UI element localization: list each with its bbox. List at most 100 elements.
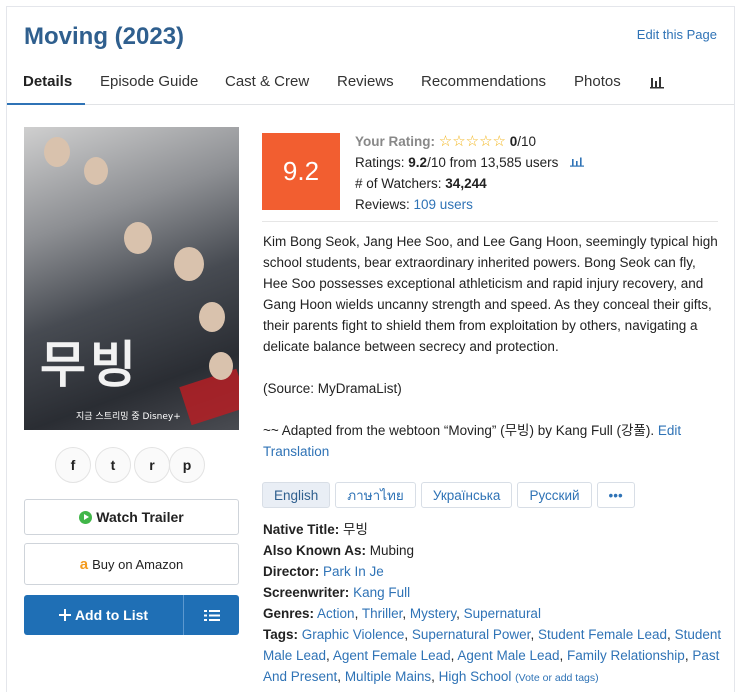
- synopsis-adaptation: ~~ Adapted from the webtoon “Moving” (무빙…: [263, 420, 723, 462]
- genres-label: Genres:: [263, 606, 315, 621]
- add-to-list-group: Add to List: [24, 595, 239, 635]
- native-title-row: Native Title: 무빙: [263, 519, 725, 540]
- ratings-suffix: /10 from 13,585 users: [427, 155, 559, 170]
- tab-episode-guide[interactable]: Episode Guide: [100, 73, 198, 90]
- director-label: Director:: [263, 564, 320, 579]
- reddit-icon: r: [149, 457, 155, 473]
- synopsis: Kim Bong Seok, Jang Hee Soo, and Lee Gan…: [263, 231, 723, 483]
- edit-page-link[interactable]: Edit this Page: [637, 27, 717, 42]
- screenwriter-link[interactable]: Kang Full: [353, 585, 410, 600]
- play-icon: [79, 510, 93, 524]
- ratings-label: Ratings:: [355, 155, 405, 170]
- tab-reviews[interactable]: Reviews: [337, 73, 394, 90]
- aka-value: Mubing: [369, 543, 415, 558]
- tag-link[interactable]: Supernatural Power: [412, 627, 531, 642]
- facebook-icon: f: [70, 457, 76, 473]
- add-to-list-button[interactable]: Add to List: [24, 595, 184, 635]
- tag-link[interactable]: Agent Female Lead: [333, 648, 451, 663]
- tab-cast-crew[interactable]: Cast & Crew: [225, 73, 309, 90]
- reviews-row: Reviews: 109 users: [355, 194, 584, 215]
- tags-row: Tags: Graphic Violence, Supernatural Pow…: [263, 627, 722, 684]
- ratings-row: Ratings: 9.2/10 from 13,585 users: [355, 152, 585, 173]
- aka-row: Also Known As: Mubing: [263, 540, 725, 561]
- reviews-link[interactable]: 109 users: [414, 197, 473, 212]
- tag-link[interactable]: Student Female Lead: [538, 627, 667, 642]
- genre-link[interactable]: Action: [317, 606, 355, 621]
- tab-details[interactable]: Details: [23, 73, 72, 90]
- genre-link[interactable]: Supernatural: [464, 606, 541, 621]
- aka-label: Also Known As:: [263, 543, 366, 558]
- twitter-icon: t: [110, 457, 116, 473]
- genre-link[interactable]: Mystery: [410, 606, 456, 621]
- poster-figure: [174, 247, 204, 281]
- tag-link[interactable]: Agent Male Lead: [457, 648, 559, 663]
- bar-chart-icon[interactable]: [649, 73, 665, 89]
- plus-icon: [58, 609, 71, 621]
- genres-row: Genres: Action, Thriller, Mystery, Super…: [263, 606, 541, 621]
- drama-details-card: Moving (2023) Edit this Page Details Epi…: [6, 6, 735, 692]
- poster-figure: [199, 302, 225, 332]
- language-selector: English ภาษาไทย Українська Русский •••: [262, 482, 635, 508]
- lang-russian[interactable]: Русский: [517, 482, 592, 508]
- poster-figure: [124, 222, 152, 254]
- tab-recommendations[interactable]: Recommendations: [421, 73, 546, 90]
- screenwriter-label: Screenwriter:: [263, 585, 350, 600]
- tag-link[interactable]: High School: [439, 669, 512, 684]
- adaptation-text: ~~ Adapted from the webtoon “Moving” (무빙…: [263, 423, 655, 438]
- tags-label: Tags:: [263, 627, 299, 642]
- tag-link[interactable]: Family Relationship: [567, 648, 685, 663]
- active-tab-indicator: [7, 103, 85, 105]
- your-rating-label: Your Rating:: [355, 134, 435, 149]
- twitter-share-button[interactable]: t: [95, 447, 131, 483]
- your-rating-max: /10: [517, 134, 537, 149]
- lang-english[interactable]: English: [262, 482, 331, 508]
- pinterest-share-button[interactable]: p: [169, 447, 205, 483]
- poster-figure: [209, 352, 233, 380]
- reddit-share-button[interactable]: r: [134, 447, 170, 483]
- more-languages-button[interactable]: •••: [596, 482, 635, 508]
- synopsis-source: (Source: MyDramaList): [263, 381, 402, 396]
- poster-figure: [84, 157, 108, 185]
- poster-streak: [179, 368, 239, 426]
- rating-stars-input[interactable]: ☆☆☆☆☆: [439, 133, 506, 150]
- tag-link[interactable]: Multiple Mains: [345, 669, 431, 684]
- director-link[interactable]: Park In Je: [323, 564, 384, 579]
- pinterest-icon: p: [182, 457, 192, 473]
- reviews-label: Reviews:: [355, 197, 410, 212]
- lang-thai[interactable]: ภาษาไทย: [335, 482, 416, 508]
- watch-trailer-label: Watch Trailer: [96, 509, 184, 525]
- facebook-share-button[interactable]: f: [55, 447, 91, 483]
- rating-summary: Your Rating: ☆☆☆☆☆ 0/10 Ratings: 9.2/10 …: [355, 131, 585, 215]
- details-list: Native Title: 무빙 Also Known As: Mubing D…: [263, 519, 725, 689]
- vote-tags-link[interactable]: (Vote or add tags): [515, 672, 598, 684]
- page-title: Moving (2023): [24, 23, 185, 50]
- rating-stats-icon[interactable]: [570, 155, 585, 167]
- tab-photos[interactable]: Photos: [574, 73, 621, 90]
- watchers-row: # of Watchers: 34,244: [355, 173, 584, 194]
- poster-caption: 지금 스트리밍 중 Disney+: [76, 412, 181, 422]
- tab-bar: Details Episode Guide Cast & Crew Review…: [7, 63, 734, 105]
- screenwriter-row: Screenwriter: Kang Full: [263, 582, 725, 603]
- watchers-value: 34,244: [445, 176, 487, 191]
- director-row: Director: Park In Je: [263, 561, 725, 582]
- watchers-label: # of Watchers:: [355, 176, 442, 191]
- poster-title: 무빙: [40, 336, 140, 394]
- score-badge: 9.2: [262, 133, 340, 210]
- poster-image: 무빙 지금 스트리밍 중 Disney+: [24, 127, 239, 430]
- poster-figure: [44, 137, 70, 167]
- native-title-label: Native Title:: [263, 522, 340, 537]
- native-title-value: 무빙: [343, 522, 368, 537]
- genre-link[interactable]: Thriller: [362, 606, 403, 621]
- tag-link[interactable]: Graphic Violence: [302, 627, 405, 642]
- amazon-icon: a: [79, 555, 89, 573]
- lang-ukrainian[interactable]: Українська: [420, 482, 513, 508]
- buy-on-amazon-button[interactable]: a Buy on Amazon: [24, 543, 239, 585]
- list-icon: [203, 609, 220, 621]
- synopsis-text: Kim Bong Seok, Jang Hee Soo, and Lee Gan…: [263, 234, 718, 354]
- add-to-list-label: Add to List: [74, 607, 149, 623]
- ratings-value: 9.2: [408, 155, 428, 170]
- watch-trailer-button[interactable]: Watch Trailer: [24, 499, 239, 535]
- divider: [262, 221, 718, 222]
- list-options-button[interactable]: [184, 595, 239, 635]
- your-rating-row: Your Rating: ☆☆☆☆☆ 0/10: [355, 131, 584, 152]
